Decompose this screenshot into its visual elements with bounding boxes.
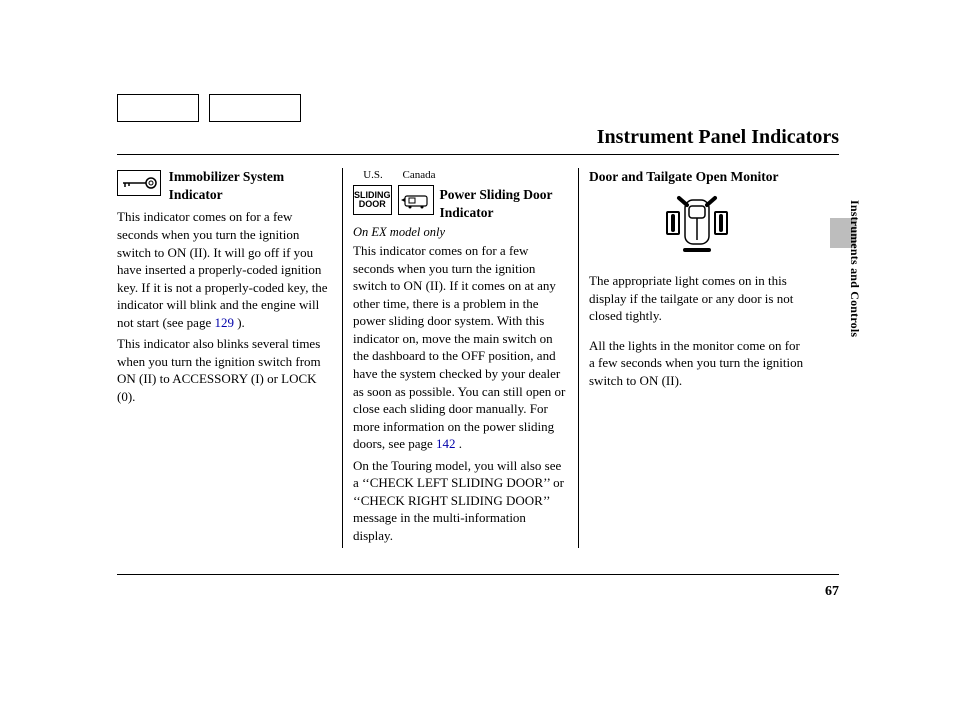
page-title: Instrument Panel Indicators — [597, 126, 839, 149]
col2-paragraph-1: This indicator comes on for a few second… — [353, 242, 568, 453]
column-1: Immobilizer System Indicator This indica… — [117, 168, 343, 548]
page-link-129[interactable]: 129 — [214, 315, 234, 330]
column-3: Door and Tailgate Open Monitor — [579, 168, 839, 548]
door-open-diagram-icon — [627, 192, 767, 258]
label-canada: Canada — [401, 168, 437, 183]
col3-paragraph-1: The appropriate light comes on in this d… — [589, 272, 804, 325]
power-sliding-heading: Power Sliding Door Indicator — [440, 186, 568, 222]
top-nav-boxes — [117, 94, 301, 122]
col1-paragraph-1: This indicator comes on for a few second… — [117, 208, 332, 331]
col1-paragraph-2: This indicator also blinks several times… — [117, 335, 332, 405]
immobilizer-key-icon — [117, 170, 161, 196]
door-monitor-heading: Door and Tailgate Open Monitor — [589, 168, 804, 186]
col3-paragraph-2: All the lights in the monitor come on fo… — [589, 337, 804, 390]
nav-box-2[interactable] — [209, 94, 301, 122]
section-label: Instruments and Controls — [847, 200, 862, 337]
col2-paragraph-2: On the Touring model, you will also see … — [353, 457, 568, 545]
sliding-door-canada-icon — [398, 185, 434, 215]
region-labels: U.S. Canada — [355, 168, 568, 183]
col1-p1-text: This indicator comes on for a few second… — [117, 209, 328, 329]
ex-model-note: On EX model only — [353, 224, 568, 241]
col1-p1-tail: ). — [234, 315, 245, 330]
page-link-142[interactable]: 142 — [436, 436, 456, 451]
col2-p1-tail: . — [456, 436, 463, 451]
nav-box-1[interactable] — [117, 94, 199, 122]
col2-p1-text: This indicator comes on for a few second… — [353, 243, 565, 451]
manual-page: { "page_title": "Instrument Panel Indica… — [0, 0, 954, 710]
column-2: U.S. Canada SLIDING DOOR Power Sliding D… — [343, 168, 579, 548]
label-us: U.S. — [355, 168, 391, 183]
title-rule — [117, 154, 839, 155]
content-columns: Immobilizer System Indicator This indica… — [117, 168, 839, 548]
page-number: 67 — [825, 584, 839, 600]
sliding-door-us-icon: SLIDING DOOR — [353, 185, 392, 215]
footer-rule — [117, 574, 839, 575]
immobilizer-heading: Immobilizer System Indicator — [169, 168, 332, 204]
